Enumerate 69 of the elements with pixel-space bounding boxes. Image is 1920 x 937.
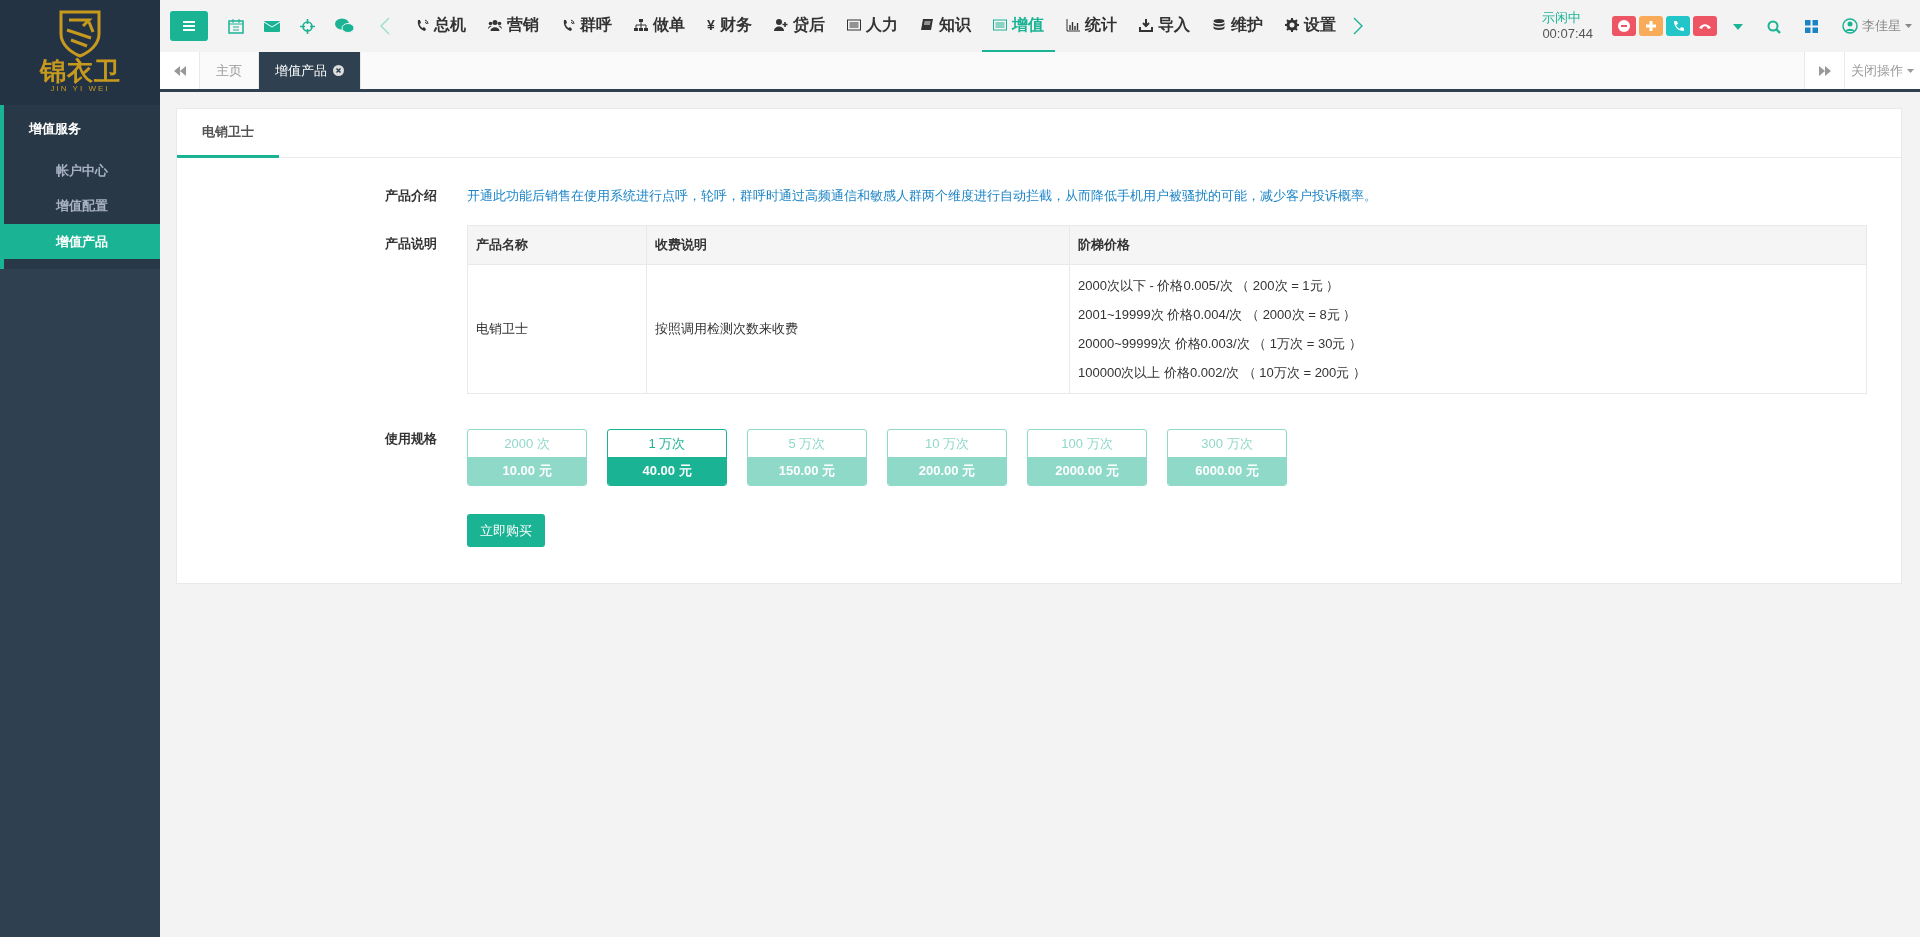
minus-circle-icon (1618, 20, 1630, 32)
phone-button[interactable] (1666, 16, 1690, 36)
chevron-right-icon[interactable] (1352, 17, 1363, 35)
close-icon[interactable] (333, 65, 344, 76)
download-icon (1138, 18, 1153, 32)
bar-chart-icon (1065, 18, 1080, 32)
sidebar-section[interactable]: 增值服务 (4, 105, 160, 153)
users-icon (488, 18, 502, 32)
crosshair-icon[interactable] (300, 18, 315, 34)
nav-tab[interactable]: 统计 (1054, 0, 1128, 52)
phone-signal-icon (415, 18, 429, 32)
nav-tab[interactable]: ¥ 财务 (696, 0, 763, 52)
logo-subtitle: JIN YI WEI (50, 84, 110, 94)
table-cell: 按照调用检测次数来收费 (646, 264, 1070, 393)
yen-icon: ¥ (707, 14, 715, 36)
scroll-right-icon[interactable] (1804, 52, 1844, 89)
user-icon (1842, 18, 1858, 34)
column-header: 阶梯价格 (1069, 225, 1867, 264)
product-tab[interactable]: 电销卫士 (177, 109, 279, 158)
sidebar-item[interactable]: 增值配置 (4, 188, 160, 224)
sidebar-item[interactable]: 帐户中心 (4, 152, 160, 188)
status-timer: 00:07:44 (1542, 26, 1593, 42)
busy-button[interactable] (1612, 16, 1636, 36)
plus-icon (1645, 20, 1657, 32)
calendar-icon[interactable] (228, 18, 244, 34)
database-icon (1211, 18, 1226, 32)
list-icon (992, 18, 1007, 32)
logo-title: 锦衣卫 (39, 58, 121, 84)
nav-tab[interactable]: 营销 (477, 0, 550, 52)
price-tier-text: 2000次以下 - 价格0.005/次 （ 200次 = 1元 ） (1078, 276, 1341, 295)
nav-tab[interactable]: 人力 (835, 0, 909, 52)
menu-button[interactable] (170, 11, 208, 41)
field-label: 产品说明 (385, 236, 437, 251)
nav-tab[interactable]: 贷后 (762, 0, 836, 52)
intro-text: 开通此功能后销售在使用系统进行点呼，轮呼，群呼时通过高频通信和敏感人群两个维度进行自动拦截，从而降低手机用户被骚扰的可能，减少客户投诉概率。 (467, 186, 1377, 205)
price-tier-text: 100000次以上 价格0.002/次 （ 10万次 = 200元 ） (1078, 363, 1367, 382)
nav-tab[interactable]: 总机 (404, 0, 477, 52)
column-header: 收费说明 (646, 225, 1070, 264)
column-header: 产品名称 (467, 225, 647, 264)
hang-up-icon (1698, 22, 1712, 30)
nav-tab[interactable]: 维护 (1200, 0, 1274, 52)
phone-icon (1672, 20, 1684, 32)
user-plus-icon (773, 18, 788, 32)
table-cell: 电销卫士 (467, 264, 647, 393)
id-card-icon (846, 18, 861, 32)
nav-tab[interactable]: 设置 (1273, 0, 1347, 52)
caret-icon (1905, 24, 1912, 28)
price-tier-text: 20000~99999次 价格0.003/次 （ 1万次 = 30元 ） (1078, 334, 1363, 353)
page-tab[interactable]: 增值产品 (259, 52, 361, 89)
price-tier-text: 2001~19999次 价格0.004/次 （ 2000次 = 8元 ） (1078, 305, 1358, 324)
agent-status: 示闲中 (1542, 10, 1583, 26)
menu-icon (182, 20, 196, 32)
phone-signal-icon (561, 18, 575, 32)
nav-tab[interactable]: 做单 (623, 0, 696, 52)
caret-icon (1907, 68, 1914, 73)
add-button[interactable] (1639, 16, 1663, 36)
nav-tab[interactable]: 导入 (1127, 0, 1201, 52)
field-label: 使用规格 (383, 429, 438, 448)
field-label: 产品介绍 (384, 186, 438, 205)
nav-tab[interactable]: 群呼 (550, 0, 623, 52)
gear-icon (1284, 18, 1299, 32)
book-icon (919, 18, 934, 32)
chevron-left-icon[interactable] (380, 17, 390, 35)
nav-tab[interactable]: 知识 (908, 0, 982, 52)
hang-up-button[interactable] (1693, 16, 1717, 36)
sitemap-icon (634, 18, 648, 32)
chat-icon[interactable] (335, 18, 354, 34)
envelope-icon[interactable] (264, 19, 280, 33)
scroll-left-icon[interactable] (160, 52, 200, 89)
